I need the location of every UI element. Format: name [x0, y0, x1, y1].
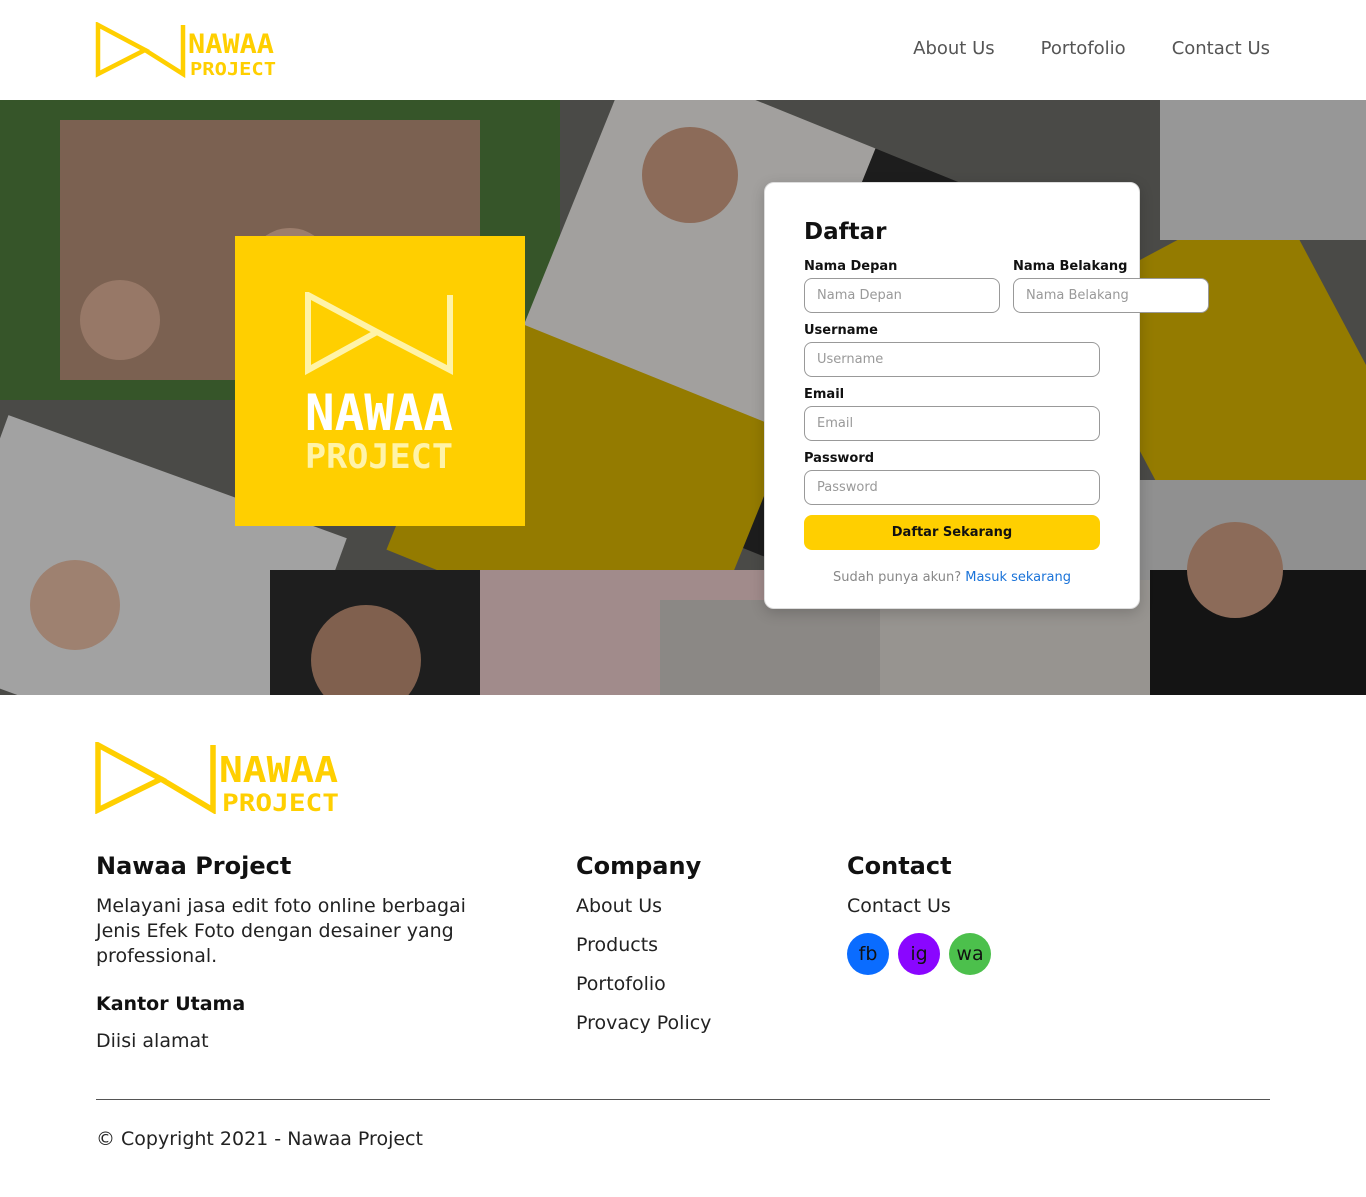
- svg-text:PROJECT: PROJECT: [190, 59, 276, 78]
- last-name-group: Nama Belakang: [1013, 259, 1209, 313]
- footer-nawaa-project-logo[interactable]: NAWAA PROJECT: [95, 742, 341, 814]
- password-group: Password: [804, 451, 1100, 505]
- nav-about-us[interactable]: About Us: [913, 38, 995, 59]
- email-input[interactable]: [804, 406, 1100, 441]
- nav-contact-us[interactable]: Contact Us: [1172, 38, 1270, 59]
- footer-about-title: Nawaa Project: [96, 852, 292, 880]
- register-button[interactable]: Daftar Sekarang: [804, 515, 1100, 550]
- instagram-icon[interactable]: ig: [898, 933, 940, 975]
- signup-card: Daftar Nama Depan Nama Belakang Username…: [764, 182, 1209, 609]
- login-link[interactable]: Masuk sekarang: [965, 570, 1071, 585]
- username-input[interactable]: [804, 342, 1100, 377]
- footer-contact-title: Contact: [847, 852, 952, 880]
- first-name-input[interactable]: [804, 278, 1000, 313]
- footer-link-about-us[interactable]: About Us: [576, 894, 816, 919]
- footer-link-contact-us[interactable]: Contact Us: [847, 894, 1147, 919]
- first-name-label: Nama Depan: [804, 259, 898, 274]
- signup-title: Daftar: [804, 219, 887, 245]
- footer-contact-column: Contact Contact Us fb ig wa: [847, 852, 1147, 975]
- first-name-group: Nama Depan: [804, 259, 1000, 313]
- main-nav: About Us Portofolio Contact Us: [913, 38, 1270, 59]
- footer-divider: [96, 1099, 1270, 1100]
- nav-portofolio[interactable]: Portofolio: [1041, 38, 1126, 59]
- hero-section: NAWAA PROJECT Daftar Nama Depan Nama Bel…: [0, 100, 1366, 695]
- login-prompt-text: Sudah punya akun?: [833, 570, 962, 585]
- site-header: NAWAA PROJECT About Us Portofolio Contac…: [0, 0, 1366, 100]
- hero-logo-tile: NAWAA PROJECT: [235, 236, 525, 526]
- password-label: Password: [804, 451, 875, 466]
- footer-link-portofolio[interactable]: Portofolio: [576, 972, 816, 997]
- footer-link-products[interactable]: Products: [576, 933, 816, 958]
- footer-contact-links: Contact Us: [847, 894, 1147, 919]
- footer-company-column: Company About Us Products Portofolio Pro…: [576, 852, 816, 1050]
- nawaa-project-logo[interactable]: NAWAA PROJECT: [95, 22, 277, 78]
- footer-link-privacy-policy[interactable]: Provacy Policy: [576, 1011, 816, 1036]
- password-input[interactable]: [804, 470, 1100, 505]
- email-label: Email: [804, 387, 845, 402]
- svg-text:PROJECT: PROJECT: [305, 437, 453, 472]
- username-label: Username: [804, 323, 878, 338]
- svg-text:NAWAA: NAWAA: [219, 750, 338, 791]
- login-prompt-row: Sudah punya akun? Masuk sekarang: [804, 570, 1100, 585]
- social-links: fb ig wa: [847, 933, 1147, 975]
- svg-text:NAWAA: NAWAA: [305, 384, 453, 442]
- last-name-label: Nama Belakang: [1013, 259, 1128, 274]
- nawaa-project-logo-white: NAWAA PROJECT: [305, 292, 453, 472]
- copyright-text: © Copyright 2021 - Nawaa Project: [96, 1128, 423, 1150]
- email-group: Email: [804, 387, 1100, 441]
- hero-dark-overlay: [0, 100, 1366, 695]
- footer-office-address: Diisi alamat: [96, 1030, 209, 1052]
- last-name-input[interactable]: [1013, 278, 1209, 313]
- svg-text:PROJECT: PROJECT: [222, 789, 339, 814]
- footer-office-title: Kantor Utama: [96, 993, 246, 1015]
- facebook-icon[interactable]: fb: [847, 933, 889, 975]
- footer-about-column: Nawaa Project Melayani jasa edit foto on…: [96, 852, 476, 1054]
- footer-company-links: About Us Products Portofolio Provacy Pol…: [576, 894, 816, 1036]
- username-group: Username: [804, 323, 1100, 377]
- footer-about-description: Melayani jasa edit foto online berbagai …: [96, 895, 466, 967]
- footer-company-title: Company: [576, 852, 702, 880]
- svg-text:NAWAA: NAWAA: [188, 29, 274, 60]
- whatsapp-icon[interactable]: wa: [949, 933, 991, 975]
